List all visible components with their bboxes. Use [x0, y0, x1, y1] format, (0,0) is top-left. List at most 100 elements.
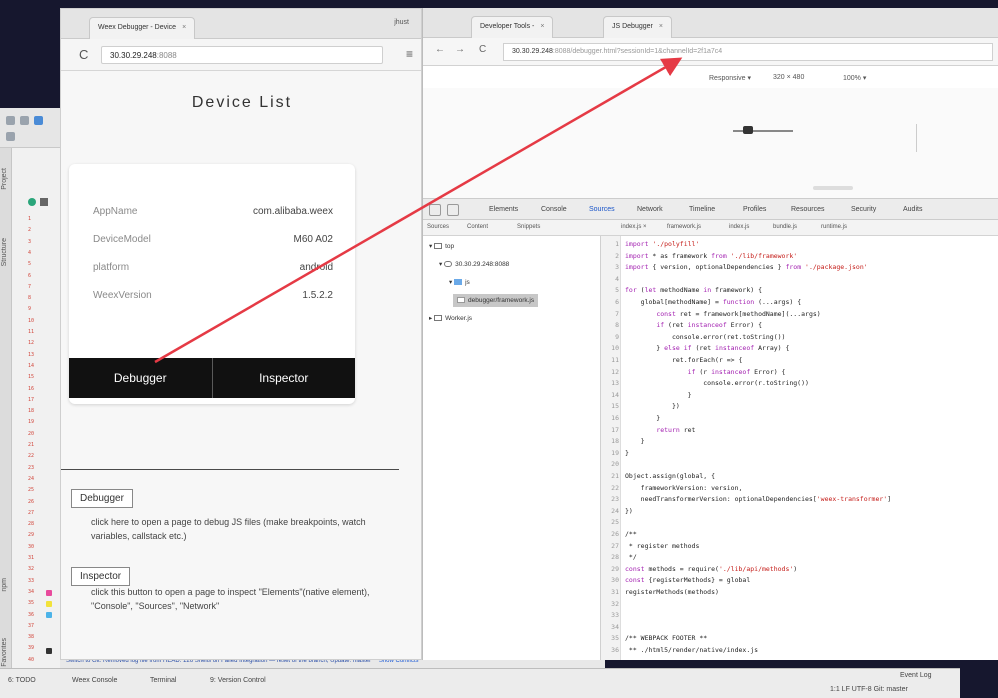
subtab-snippets[interactable]: Snippets [517, 224, 540, 230]
code-line-number[interactable]: 36 [603, 646, 619, 654]
ide-save-icon[interactable] [20, 116, 29, 125]
debugger-button[interactable]: Debugger [69, 358, 212, 398]
code-line-number[interactable]: 16 [603, 414, 619, 422]
code-line-number[interactable]: 22 [603, 484, 619, 492]
tree-node-selected[interactable]: debugger/framework.js [453, 294, 539, 307]
ide-side-label[interactable]: Project [1, 168, 11, 190]
code-line-number[interactable]: 2 [603, 252, 619, 260]
file-tab[interactable]: framework.js [667, 224, 701, 230]
code-line-number[interactable]: 21 [603, 472, 619, 480]
menu-icon[interactable]: ≡ [406, 47, 413, 61]
code-line-number[interactable]: 26 [603, 530, 619, 538]
reload-icon[interactable]: C [479, 44, 486, 55]
code-line-number[interactable]: 9 [603, 333, 619, 341]
code-line-number[interactable]: 7 [603, 310, 619, 318]
tab-resources[interactable]: Resources [791, 206, 824, 213]
preview-slider-handle[interactable] [743, 126, 753, 134]
url-input[interactable]: 30.30.29.248:8088 [101, 46, 383, 64]
code-line-number[interactable]: 13 [603, 379, 619, 387]
code-line-number[interactable]: 12 [603, 368, 619, 376]
tab-timeline[interactable]: Timeline [689, 206, 715, 213]
file-tab[interactable]: runtime.js [821, 224, 847, 230]
code-line-number[interactable]: 30 [603, 576, 619, 584]
code-line-number[interactable]: 8 [603, 321, 619, 329]
ide-project-icon[interactable] [6, 132, 15, 141]
code-line-number[interactable]: 6 [603, 298, 619, 306]
ide-side-label[interactable]: npm [1, 578, 11, 592]
js-debugger-tab[interactable]: JS Debugger × [603, 16, 672, 38]
code-editor[interactable]: 1 import './polyfill' 2 import * as framewo… [601, 236, 998, 660]
code-line-number[interactable]: 33 [603, 611, 619, 619]
reload-icon[interactable]: C [79, 47, 88, 62]
code-line-number[interactable]: 23 [603, 495, 619, 503]
code-line-number[interactable]: 27 [603, 542, 619, 550]
version-control-tab[interactable]: 9: Version Control [210, 677, 266, 684]
code-line-number[interactable]: 10 [603, 344, 619, 352]
tab-security[interactable]: Security [851, 206, 876, 213]
tab-console[interactable]: Console [541, 206, 567, 213]
inspector-button[interactable]: Inspector [211, 358, 355, 398]
weex-console-tab[interactable]: Weex Console [72, 677, 117, 684]
close-icon[interactable]: × [659, 23, 663, 30]
profile-name[interactable]: jhust [394, 19, 409, 26]
file-tab[interactable]: bundle.js [773, 224, 797, 230]
code-line-number[interactable]: 3 [603, 263, 619, 271]
ide-open-icon[interactable] [6, 116, 15, 125]
ide-stop-icon[interactable] [40, 198, 48, 206]
close-icon[interactable]: × [540, 23, 544, 30]
code-line-number[interactable]: 20 [603, 460, 619, 468]
inspect-element-icon[interactable] [429, 204, 441, 216]
code-line-number[interactable]: 34 [603, 623, 619, 631]
code-line-number[interactable]: 11 [603, 356, 619, 364]
code-line-number[interactable]: 5 [603, 286, 619, 294]
weex-debugger-tab[interactable]: Weex Debugger - Device × [89, 17, 196, 39]
terminal-tab[interactable]: Terminal [150, 677, 176, 684]
tab-profiles[interactable]: Profiles [743, 206, 766, 213]
zoom-select[interactable]: 100% ▾ [843, 74, 866, 82]
url-input[interactable]: 30.30.29.248:8088/debugger.html?sessionI… [503, 43, 993, 61]
tree-node[interactable]: ▾ js [449, 278, 470, 286]
tree-node[interactable]: ▾ 30.30.29.248:8088 [439, 260, 509, 268]
subtab-sources[interactable]: Sources [427, 224, 449, 230]
tab-audits[interactable]: Audits [903, 206, 922, 213]
developer-tools-tab[interactable]: Developer Tools - × [471, 16, 554, 38]
tab-network[interactable]: Network [637, 206, 663, 213]
ide-side-label[interactable]: Favorites [1, 638, 11, 667]
code-line-number[interactable]: 4 [603, 275, 619, 283]
ide-sync-icon[interactable] [34, 116, 43, 125]
close-icon[interactable]: × [182, 24, 186, 31]
preview-scrollbar[interactable] [916, 124, 926, 152]
expand-arrow-icon[interactable]: ▾ [449, 279, 452, 286]
code-line-number[interactable]: 32 [603, 600, 619, 608]
expand-arrow-icon[interactable]: ▸ [429, 315, 432, 322]
forward-icon[interactable]: → [455, 44, 465, 55]
code-line-number[interactable]: 18 [603, 437, 619, 445]
code-line-number[interactable]: 14 [603, 391, 619, 399]
tree-node[interactable]: ▾ top [429, 242, 454, 250]
code-line-number[interactable]: 28 [603, 553, 619, 561]
file-tab[interactable]: index.js × [621, 224, 647, 230]
event-log-tab[interactable]: Event Log [900, 672, 932, 679]
tree-node[interactable]: ▸ Worker.js [429, 314, 472, 322]
resize-handle[interactable] [813, 186, 853, 190]
device-select[interactable]: Responsive ▾ [709, 74, 751, 82]
code-line-number[interactable]: 19 [603, 449, 619, 457]
back-icon[interactable]: ← [435, 44, 445, 55]
code-line-number[interactable]: 17 [603, 426, 619, 434]
viewport-size[interactable]: 320 × 480 [773, 74, 804, 81]
code-line-number[interactable]: 31 [603, 588, 619, 596]
expand-arrow-icon[interactable]: ▾ [429, 243, 432, 250]
code-line-number[interactable]: 24 [603, 507, 619, 515]
code-line-number[interactable]: 25 [603, 518, 619, 526]
file-tab[interactable]: index.js [729, 224, 749, 230]
code-line-number[interactable]: 15 [603, 402, 619, 410]
todo-tab[interactable]: 6: TODO [8, 677, 36, 684]
subtab-content[interactable]: Content [467, 224, 488, 230]
ide-side-label[interactable]: Structure [1, 238, 11, 266]
tab-elements[interactable]: Elements [489, 206, 518, 213]
ide-run-icon[interactable] [28, 198, 36, 206]
device-toolbar-icon[interactable] [447, 204, 459, 216]
expand-arrow-icon[interactable]: ▾ [439, 261, 442, 268]
code-line-number[interactable]: 1 [603, 240, 619, 248]
tab-sources[interactable]: Sources [589, 206, 615, 213]
